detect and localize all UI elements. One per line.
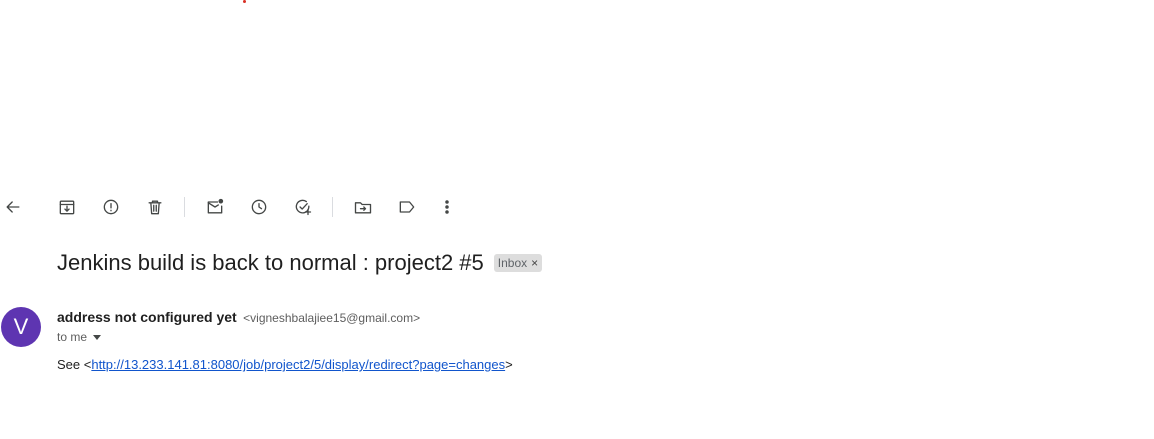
report-spam-icon — [103, 199, 119, 215]
body-prefix: See < — [57, 357, 92, 372]
email-subject: Jenkins build is back to normal : projec… — [57, 250, 484, 275]
sender-avatar[interactable]: V — [1, 307, 41, 347]
more-options-button[interactable] — [434, 194, 460, 220]
recipient-line: to me — [57, 330, 102, 344]
body-suffix: > — [505, 357, 513, 372]
snooze-button[interactable] — [246, 194, 272, 220]
label-icon — [399, 201, 415, 213]
email-view: Jenkins build is back to normal : projec… — [0, 0, 1154, 439]
move-to-icon — [354, 202, 372, 214]
sender-email: <vigneshbalajiee15@gmail.com> — [243, 311, 421, 325]
sender-line: address not configured yet <vigneshbalaj… — [57, 309, 420, 327]
snooze-icon — [251, 199, 267, 215]
remove-label-icon[interactable]: × — [531, 256, 538, 270]
archive-button[interactable] — [54, 194, 80, 220]
report-spam-button[interactable] — [98, 194, 124, 220]
body-link[interactable]: http://13.233.141.81:8080/job/project2/5… — [91, 357, 505, 372]
back-arrow-icon — [6, 201, 20, 213]
archive-icon — [59, 200, 75, 215]
delete-button[interactable] — [142, 194, 168, 220]
mark-unread-button[interactable] — [202, 194, 228, 220]
toolbar-divider — [184, 197, 185, 217]
back-button[interactable] — [0, 194, 26, 220]
email-body: See <http://13.233.141.81:8080/job/proje… — [57, 357, 513, 372]
subject-row: Jenkins build is back to normal : projec… — [57, 250, 543, 276]
avatar-letter: V — [13, 314, 29, 339]
move-to-button[interactable] — [350, 194, 376, 220]
inbox-label-chip[interactable]: Inbox × — [493, 254, 543, 272]
notification-dot — [243, 0, 246, 3]
sender-name[interactable]: address not configured yet — [57, 309, 237, 325]
toolbar-divider — [332, 197, 333, 217]
add-task-icon — [295, 199, 312, 216]
mark-unread-icon — [207, 198, 224, 214]
add-task-button[interactable] — [290, 194, 316, 220]
recipient-text: to me — [57, 330, 88, 344]
more-vert-icon — [445, 200, 449, 214]
email-toolbar — [0, 194, 500, 220]
label-chip-text: Inbox — [497, 256, 528, 270]
show-details-caret-icon[interactable] — [93, 334, 102, 340]
delete-icon — [148, 200, 162, 215]
label-button[interactable] — [394, 194, 420, 220]
